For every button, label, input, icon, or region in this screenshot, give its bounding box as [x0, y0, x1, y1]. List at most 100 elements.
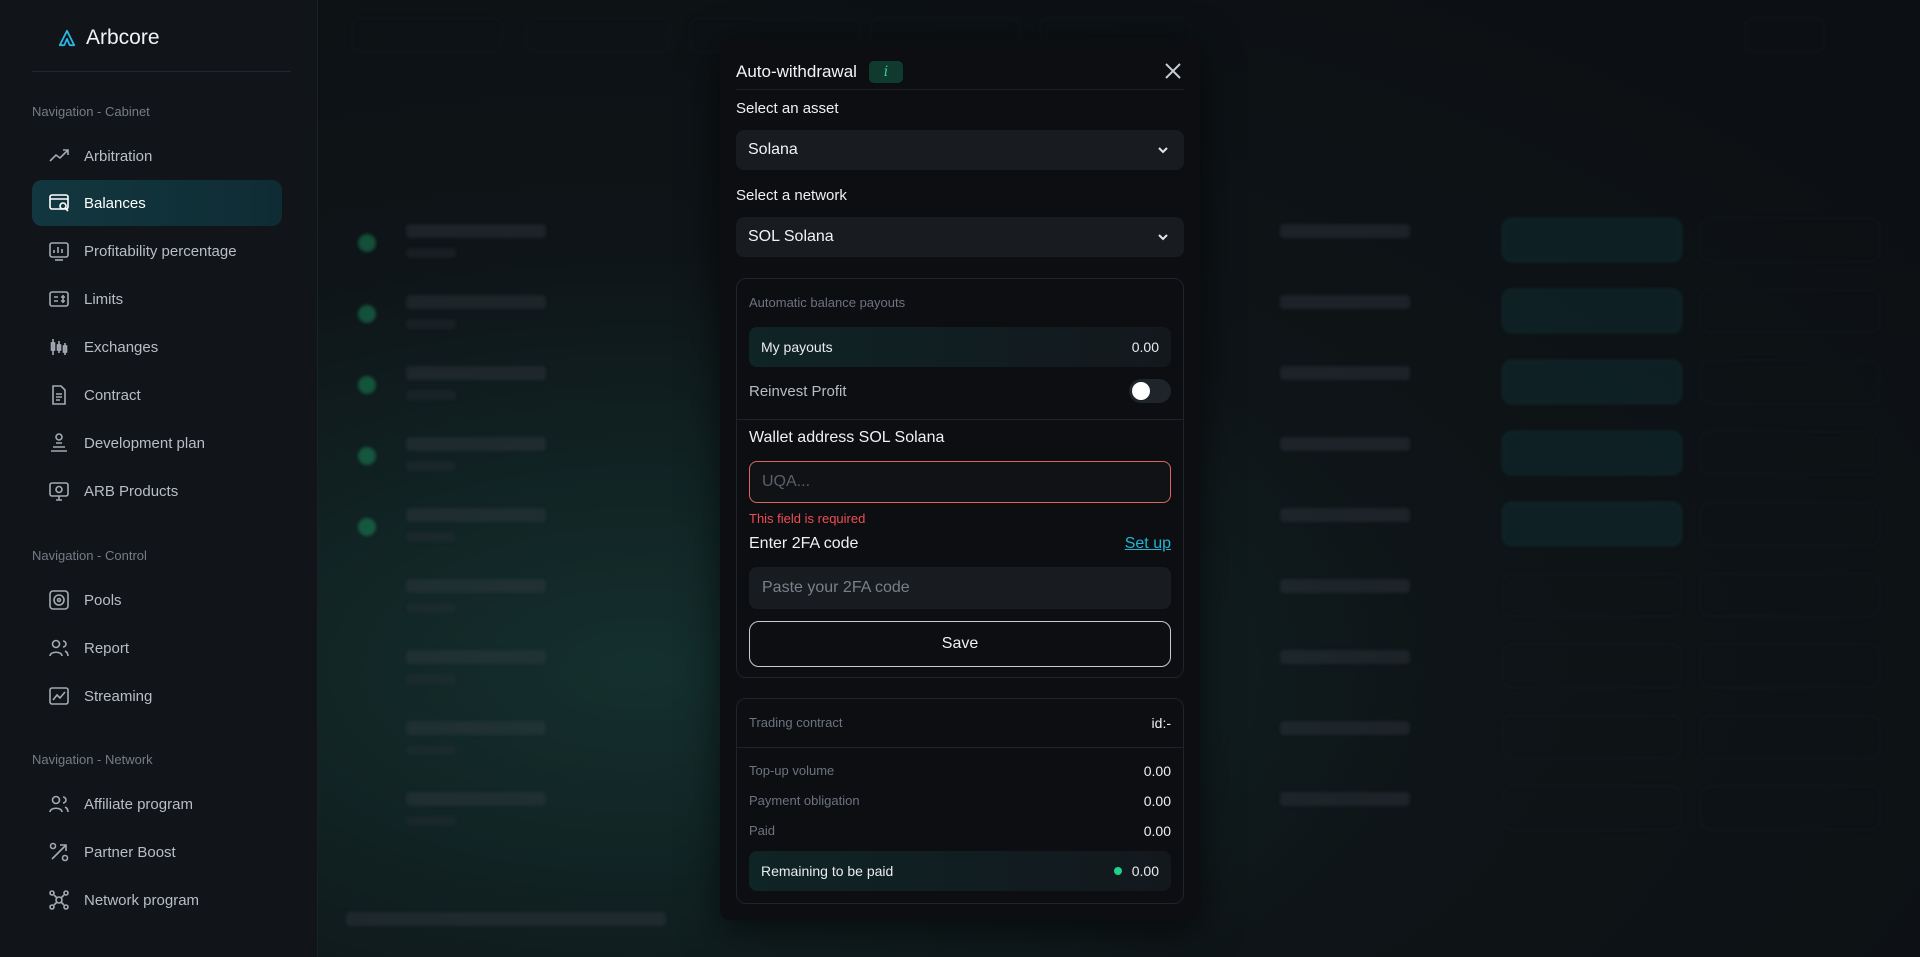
stream-icon [48, 685, 70, 707]
network-icon [48, 889, 70, 911]
arbcore-logo-icon [58, 29, 76, 47]
sidebar-item-label: Network program [84, 891, 200, 909]
wallet-address-input[interactable] [749, 461, 1171, 503]
auto-withdrawal-modal: Auto-withdrawal i Select an asset Solana… [720, 38, 1200, 920]
paid-label: Paid [749, 823, 776, 838]
sidebar-item-label: Development plan [84, 434, 205, 452]
sidebar-item-exchanges[interactable]: Exchanges [32, 324, 282, 370]
document-icon [48, 384, 70, 406]
sidebar-item-pools[interactable]: Pools [32, 577, 282, 623]
remaining-label: Remaining to be paid [761, 863, 894, 879]
sidebar-item-label: Pools [84, 591, 122, 609]
sidebar-item-streaming[interactable]: Streaming [32, 673, 282, 719]
bg-tab [1745, 18, 1825, 52]
sidebar-item-label: Arbitration [84, 147, 153, 165]
brand-logo[interactable]: Arbcore [58, 26, 160, 50]
contract-title: Trading contract [749, 715, 843, 730]
network-select-value: SOL Solana [748, 228, 834, 245]
asset-select[interactable]: Solana [736, 130, 1184, 170]
chevron-down-icon [1158, 147, 1168, 154]
topup-volume-row: Top-up volume 0.00 [749, 763, 1171, 779]
sidebar-item-profitability[interactable]: Profitability percentage [32, 228, 282, 274]
users-icon [48, 637, 70, 659]
bg-tab [352, 18, 502, 52]
asset-select-value: Solana [748, 141, 798, 158]
my-payouts-row: My payouts 0.00 [749, 327, 1171, 367]
sidebar-item-network-program[interactable]: Network program [32, 877, 282, 923]
divider [32, 71, 291, 72]
contract-id: id:- [1151, 715, 1171, 731]
boost-icon [48, 841, 70, 863]
topup-volume-label: Top-up volume [749, 763, 835, 778]
affiliate-icon [48, 793, 70, 815]
sidebar-item-label: Partner Boost [84, 843, 176, 861]
sidebar-item-limits[interactable]: Limits [32, 276, 282, 322]
chevron-down-icon [1158, 234, 1168, 241]
brand-name: Arbcore [86, 26, 160, 49]
trend-up-icon [48, 145, 70, 167]
sidebar-item-label: Profitability percentage [84, 242, 237, 260]
close-button[interactable] [1162, 60, 1184, 82]
candles-icon [48, 336, 70, 358]
modal-header: Auto-withdrawal i [736, 54, 1184, 90]
divider [737, 747, 1183, 748]
remaining-value: 0.00 [1131, 863, 1159, 879]
network-label: Select a network [736, 187, 847, 204]
status-dot-icon [1113, 867, 1122, 875]
setup-2fa-link[interactable]: Set up [1125, 535, 1171, 553]
payouts-section-title: Automatic balance payouts [749, 295, 906, 310]
info-icon[interactable]: i [868, 60, 903, 83]
payouts-card: Automatic balance payouts My payouts 0.0… [736, 278, 1184, 678]
asset-label: Select an asset [736, 100, 839, 117]
remaining-value-group: 0.00 [1113, 863, 1159, 879]
paid-value: 0.00 [1143, 823, 1171, 839]
sidebar-item-contract[interactable]: Contract [32, 372, 282, 418]
payment-obligation-row: Payment obligation 0.00 [749, 793, 1171, 809]
chart-icon [48, 240, 70, 262]
modal-title: Auto-withdrawal [736, 61, 857, 81]
my-payouts-label: My payouts [761, 339, 833, 355]
sidebar-item-label: Limits [84, 290, 124, 308]
close-icon [1165, 63, 1181, 79]
sidebar-item-label: ARB Products [84, 482, 179, 500]
payment-obligation-label: Payment obligation [749, 793, 860, 808]
divider [737, 419, 1183, 420]
nav-section-control: Navigation - Control [32, 548, 147, 563]
paid-row: Paid 0.00 [749, 823, 1171, 839]
reinvest-toggle[interactable] [1129, 379, 1171, 403]
sidebar-item-partner-boost[interactable]: Partner Boost [32, 829, 282, 875]
reinvest-label: Reinvest Profit [749, 382, 847, 400]
nav-section-cabinet: Navigation - Cabinet [32, 104, 150, 119]
twofa-input[interactable] [749, 567, 1171, 609]
save-button[interactable]: Save [749, 621, 1171, 667]
sidebar-item-arbitration[interactable]: Arbitration [32, 133, 282, 179]
trading-contract-card: Trading contract id:- Top-up volume 0.00… [736, 698, 1184, 904]
sidebar-item-label: Streaming [84, 687, 153, 705]
sidebar-item-label: Report [84, 639, 130, 657]
plan-icon [48, 432, 70, 454]
reinvest-row: Reinvest Profit [749, 379, 1171, 403]
twofa-label: Enter 2FA code [749, 535, 859, 552]
sidebar-item-label: Exchanges [84, 338, 159, 356]
remaining-row: Remaining to be paid 0.00 [749, 851, 1171, 891]
network-select[interactable]: SOL Solana [736, 217, 1184, 257]
sidebar-item-label: Balances [84, 194, 146, 212]
topup-volume-value: 0.00 [1143, 763, 1171, 779]
my-payouts-value: 0.00 [1131, 339, 1159, 355]
contract-header: Trading contract id:- [749, 715, 1171, 731]
sidebar-item-report[interactable]: Report [32, 625, 282, 671]
sidebar-item-label: Affiliate program [84, 795, 193, 813]
bg-footer [346, 912, 666, 926]
bg-tab [526, 18, 670, 52]
limits-icon [48, 288, 70, 310]
wallet-error-text: This field is required [749, 511, 866, 526]
sidebar-item-development-plan[interactable]: Development plan [32, 420, 282, 466]
pools-icon [48, 589, 70, 611]
sidebar-item-affiliate-program[interactable]: Affiliate program [32, 781, 282, 827]
sidebar-item-arb-products[interactable]: ARB Products [32, 468, 282, 514]
sidebar: Arbcore Navigation - Cabinet Arbitration… [0, 0, 318, 957]
sidebar-item-balances[interactable]: Balances [32, 180, 282, 226]
wallet-icon [48, 192, 70, 214]
wallet-address-label: Wallet address SOL Solana [749, 429, 945, 446]
payment-obligation-value: 0.00 [1143, 793, 1171, 809]
